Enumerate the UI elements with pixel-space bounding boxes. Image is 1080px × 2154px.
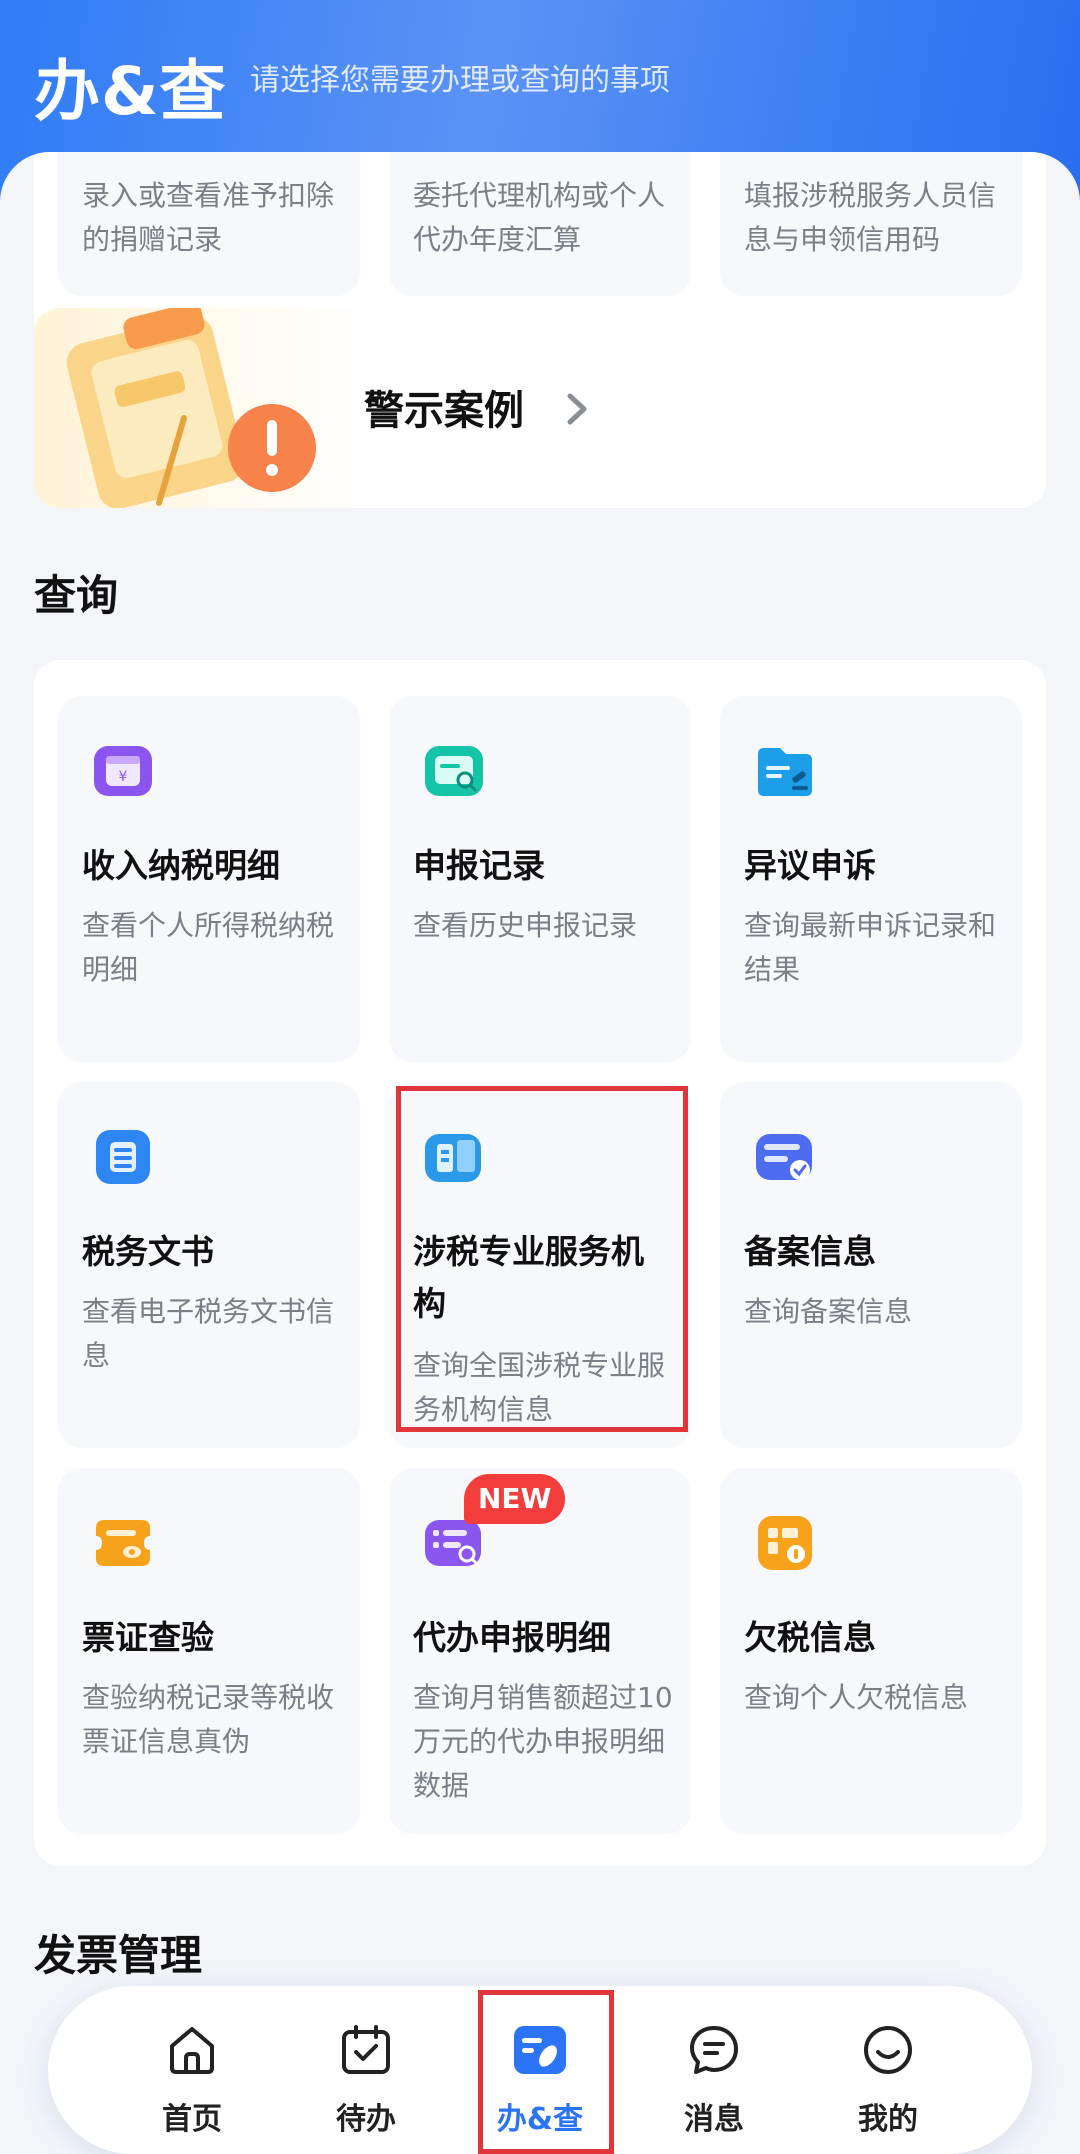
query-card-income-tax[interactable]: ¥ 收入纳税明细 查看个人所得税纳税明细: [58, 696, 360, 1062]
tab-label: 首页: [162, 2102, 222, 2137]
tab-todo[interactable]: 待办: [279, 1986, 453, 2154]
service-card-personnel[interactable]: 填报涉税服务人员信息与申领信用码: [720, 152, 1022, 296]
card-title: 欠税信息: [744, 1618, 876, 1657]
card-desc: 查询月销售额超过10万元的代办申报明细数据: [413, 1681, 673, 1802]
page-title: 办&查: [34, 53, 227, 130]
tab-label: 我的: [858, 2102, 918, 2137]
card-desc: 查询最新申诉记录和结果: [744, 909, 997, 986]
service-card-agent[interactable]: 委托代理机构或个人代办年度汇算: [389, 152, 691, 296]
service-card-donation[interactable]: 录入或查看准予扣除的捐赠记录: [58, 152, 360, 296]
warning-clipboard-icon: [34, 308, 364, 508]
card-title: 收入纳税明细: [82, 846, 280, 885]
card-title: 申报记录: [413, 846, 545, 885]
card-desc: 查询备案信息: [744, 1295, 913, 1328]
filing-info-icon: [756, 1134, 812, 1180]
invoice-section-title: 发票管理: [34, 1931, 203, 1980]
card-title: 异议申诉: [744, 846, 876, 885]
query-card-ticket-verify[interactable]: 票证查验 查验纳税记录等税收票证信息真伪: [58, 1468, 360, 1834]
card-title: 票证查验: [82, 1618, 214, 1657]
warning-cases-label: 警示案例: [364, 388, 524, 434]
card-desc: 查看个人所得税纳税明细: [82, 909, 335, 986]
card-desc: 查看电子税务文书信息: [82, 1295, 335, 1372]
query-card-tax-document[interactable]: 税务文书 查看电子税务文书信息: [58, 1082, 360, 1448]
tab-label: 消息: [684, 2102, 744, 2137]
home-icon: [170, 2027, 214, 2074]
query-card-declaration-record[interactable]: 申报记录 查看历史申报记录: [389, 696, 691, 1062]
income-tax-icon: ¥: [94, 746, 152, 796]
tab-profile[interactable]: 我的: [801, 1986, 975, 2154]
svg-text:¥: ¥: [119, 769, 128, 785]
ticket-verify-icon: [96, 1520, 150, 1566]
card-desc: 查看历史申报记录: [413, 909, 638, 942]
profile-icon: [864, 2026, 912, 2074]
declaration-record-icon: [425, 746, 483, 796]
tax-document-icon: [96, 1130, 150, 1184]
card-desc: 填报涉税服务人员信息与申领信用码: [744, 179, 997, 256]
query-section-title: 查询: [34, 571, 119, 620]
card-desc: 委托代理机构或个人代办年度汇算: [413, 179, 666, 256]
handle-panel: 录入或查看准予扣除的捐赠记录 委托代理机构或个人代办年度汇算 填报涉税服务人员信…: [34, 152, 1046, 508]
chevron-right-icon: [567, 393, 587, 425]
message-icon: [690, 2026, 738, 2074]
query-card-appeal[interactable]: 异议申诉 查询最新申诉记录和结果: [720, 696, 1022, 1062]
tax-arrears-icon: [758, 1516, 812, 1570]
page-subtitle: 请选择您需要办理或查询的事项: [250, 63, 670, 98]
query-card-tax-arrears[interactable]: 欠税信息 查询个人欠税信息: [720, 1468, 1022, 1834]
appeal-icon: [758, 748, 812, 796]
tab-home[interactable]: 首页: [105, 1986, 279, 2154]
highlight-box-active-tab: [478, 1990, 614, 2154]
card-desc: 录入或查看准予扣除的捐赠记录: [82, 179, 335, 256]
card-title: 税务文书: [82, 1232, 214, 1271]
warning-cases-banner[interactable]: 警示案例: [34, 308, 1046, 508]
query-card-filing-info[interactable]: 备案信息 查询备案信息: [720, 1082, 1022, 1448]
card-title: 代办申报明细: [413, 1618, 611, 1657]
todo-icon: [342, 2025, 390, 2074]
tab-message[interactable]: 消息: [627, 1986, 801, 2154]
new-badge: NEW: [464, 1474, 566, 1524]
card-desc: 查验纳税记录等税收票证信息真伪: [82, 1681, 335, 1758]
highlight-box-service-agency: [396, 1086, 688, 1432]
card-desc: 查询个人欠税信息: [744, 1681, 969, 1714]
card-title: 备案信息: [744, 1232, 876, 1271]
tab-label: 待办: [336, 2102, 396, 2137]
